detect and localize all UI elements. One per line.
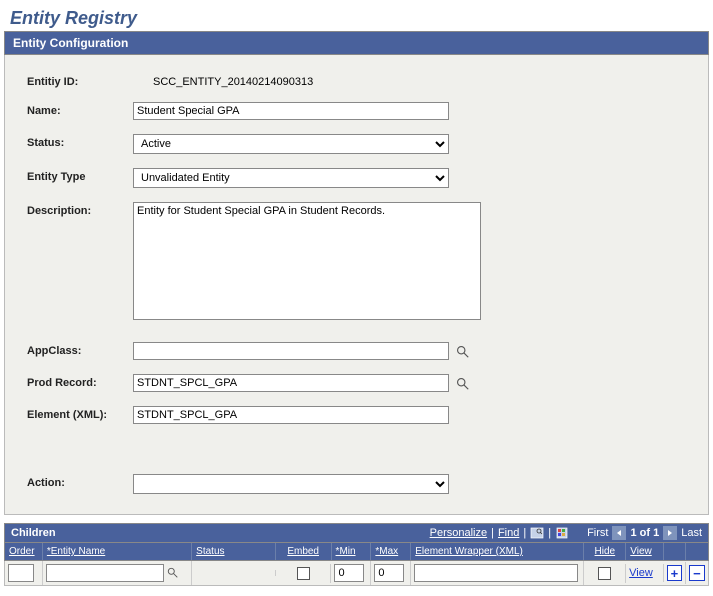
col-max[interactable]: *Max — [371, 543, 411, 560]
entity-config-header: Entity Configuration — [4, 31, 709, 55]
appclass-label: AppClass: — [27, 342, 133, 357]
prev-icon[interactable] — [612, 526, 626, 540]
entity-id-label: Entitiy ID: — [27, 73, 133, 88]
prodrec-input[interactable] — [133, 374, 449, 392]
prodrec-label: Prod Record: — [27, 374, 133, 389]
next-icon[interactable] — [663, 526, 677, 540]
last-label[interactable]: Last — [681, 527, 702, 539]
name-label: Name: — [27, 102, 133, 117]
col-view[interactable]: View — [626, 543, 664, 560]
description-label: Description: — [27, 202, 133, 217]
description-textarea[interactable]: Entity for Student Special GPA in Studen… — [133, 202, 481, 320]
find-link[interactable]: Find — [498, 527, 519, 539]
name-input[interactable] — [133, 102, 449, 120]
col-order[interactable]: Order — [5, 543, 43, 560]
action-select[interactable] — [133, 474, 449, 494]
entity-id-value: SCC_ENTITY_20140214090313 — [153, 73, 313, 88]
row-view-link[interactable]: View — [629, 567, 653, 579]
appclass-input[interactable] — [133, 342, 449, 360]
row-max-input[interactable] — [374, 564, 404, 582]
row-add-button[interactable]: + — [667, 565, 682, 581]
col-entityname[interactable]: *Entity Name — [43, 543, 192, 560]
children-grid-row: View + − — [4, 561, 709, 586]
entity-config-body: Entitiy ID: SCC_ENTITY_20140214090313 Na… — [4, 55, 709, 515]
col-embed[interactable]: Embed — [276, 543, 332, 560]
col-wrapper[interactable]: Element Wrapper (XML) — [411, 543, 584, 560]
row-delete-button[interactable]: − — [689, 565, 705, 581]
row-hide-checkbox[interactable] — [598, 567, 611, 580]
row-wrapper-input[interactable] — [414, 564, 578, 582]
col-hide[interactable]: Hide — [584, 543, 626, 560]
appclass-lookup-icon[interactable] — [455, 344, 471, 360]
row-embed-checkbox[interactable] — [297, 567, 310, 580]
status-select[interactable]: Active — [133, 134, 449, 154]
col-min[interactable]: *Min — [332, 543, 372, 560]
elemxml-label: Element (XML): — [27, 406, 133, 421]
status-label: Status: — [27, 134, 133, 149]
entity-type-select[interactable]: Unvalidated Entity — [133, 168, 449, 188]
col-del-blank — [686, 543, 708, 560]
children-header: Children Personalize | Find | | First 1 … — [4, 523, 709, 543]
elemxml-input[interactable] — [133, 406, 449, 424]
children-title: Children — [11, 527, 56, 539]
row-order-input[interactable] — [8, 564, 34, 582]
action-label: Action: — [27, 474, 133, 489]
zoom-icon[interactable] — [530, 526, 544, 540]
children-grid-header: Order *Entity Name Status Embed *Min *Ma… — [4, 543, 709, 561]
col-status[interactable]: Status — [192, 543, 276, 560]
personalize-link[interactable]: Personalize — [430, 527, 487, 539]
page-title: Entity Registry — [4, 4, 709, 31]
col-add-blank — [664, 543, 686, 560]
row-entityname-input[interactable] — [46, 564, 164, 582]
prodrec-lookup-icon[interactable] — [455, 376, 471, 392]
download-icon[interactable] — [555, 526, 569, 540]
first-label[interactable]: First — [587, 527, 608, 539]
row-min-input[interactable] — [334, 564, 364, 582]
pager-text: 1 of 1 — [630, 527, 659, 539]
entity-type-label: Entity Type — [27, 168, 133, 183]
row-entityname-lookup-icon[interactable] — [166, 566, 180, 580]
